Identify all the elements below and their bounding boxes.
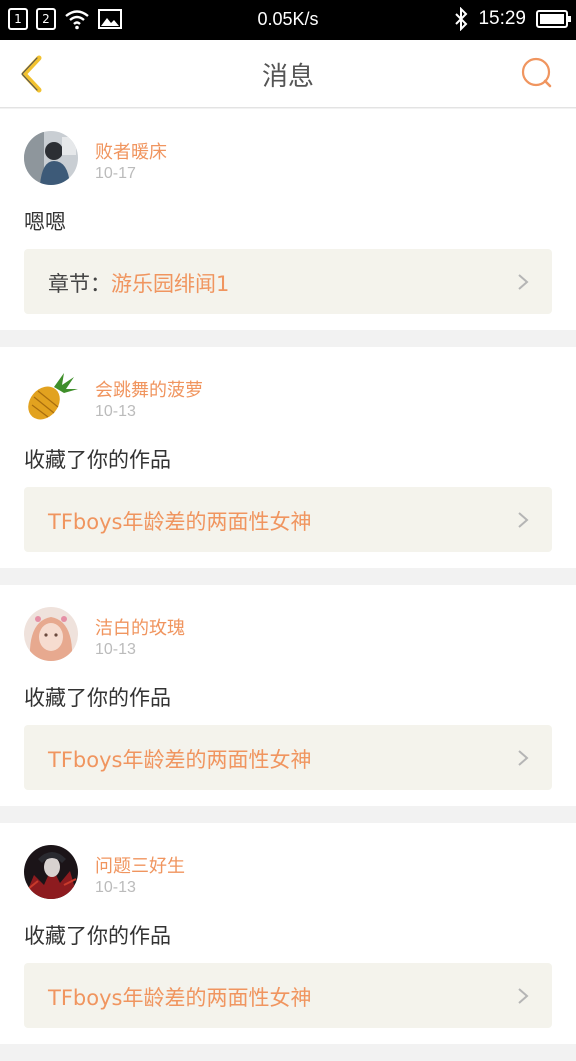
username[interactable]: 会跳舞的菠萝 xyxy=(95,376,203,402)
username[interactable]: 洁白的玫瑰 xyxy=(95,614,185,640)
chapter-name: TFboys年龄差的两面性女神 xyxy=(48,510,312,534)
message-card: 会跳舞的菠萝 10-13 收藏了你的作品 TFboys年龄差的两面性女神 xyxy=(0,347,576,568)
search-icon xyxy=(521,57,552,88)
clock: 15:29 xyxy=(478,8,526,29)
message-card: 问题三好生 10-13 收藏了你的作品 TFboys年龄差的两面性女神 xyxy=(0,823,576,1044)
avatar[interactable] xyxy=(24,131,78,185)
chevron-right-icon xyxy=(518,750,529,766)
chapter-name: TFboys年龄差的两面性女神 xyxy=(48,986,312,1010)
message-card: 败者暖床 10-17 嗯嗯 章节：游乐园绯闻1 xyxy=(0,109,576,330)
message-text: 嗯嗯 xyxy=(24,210,66,234)
avatar[interactable] xyxy=(24,369,78,423)
chapter-link[interactable]: 章节：游乐园绯闻1 xyxy=(24,249,552,314)
message-date: 10-17 xyxy=(95,165,136,182)
username[interactable]: 问题三好生 xyxy=(95,852,185,878)
chapter-link[interactable]: TFboys年龄差的两面性女神 xyxy=(24,487,552,552)
search-button[interactable] xyxy=(518,54,558,94)
header: 消息 xyxy=(0,40,576,108)
battery-icon xyxy=(536,10,571,28)
chevron-right-icon xyxy=(518,274,529,290)
username[interactable]: 败者暖床 xyxy=(95,138,167,164)
message-date: 10-13 xyxy=(95,641,136,658)
chapter-name: TFboys年龄差的两面性女神 xyxy=(48,748,312,772)
avatar[interactable] xyxy=(24,607,78,661)
chapter-link[interactable]: TFboys年龄差的两面性女神 xyxy=(24,725,552,790)
bluetooth-icon xyxy=(455,7,468,31)
page-title: 消息 xyxy=(261,62,314,92)
chapter-link[interactable]: TFboys年龄差的两面性女神 xyxy=(24,963,552,1028)
chevron-right-icon xyxy=(518,512,529,528)
message-date: 10-13 xyxy=(95,879,136,896)
message-list: 败者暖床 10-17 嗯嗯 章节：游乐园绯闻1 会跳舞的菠萝 10-13 收藏了… xyxy=(0,109,576,1061)
chapter-name: 游乐园绯闻1 xyxy=(111,272,230,296)
message-text: 收藏了你的作品 xyxy=(24,686,171,710)
chapter-prefix: 章节： xyxy=(48,272,111,296)
message-text: 收藏了你的作品 xyxy=(24,924,171,948)
status-bar: 1 2 0.05K/s 15:29 xyxy=(0,0,576,40)
avatar[interactable] xyxy=(24,845,78,899)
message-text: 收藏了你的作品 xyxy=(24,448,171,472)
chevron-right-icon xyxy=(518,988,529,1004)
message-card: 洁白的玫瑰 10-13 收藏了你的作品 TFboys年龄差的两面性女神 xyxy=(0,585,576,806)
message-date: 10-13 xyxy=(95,403,136,420)
